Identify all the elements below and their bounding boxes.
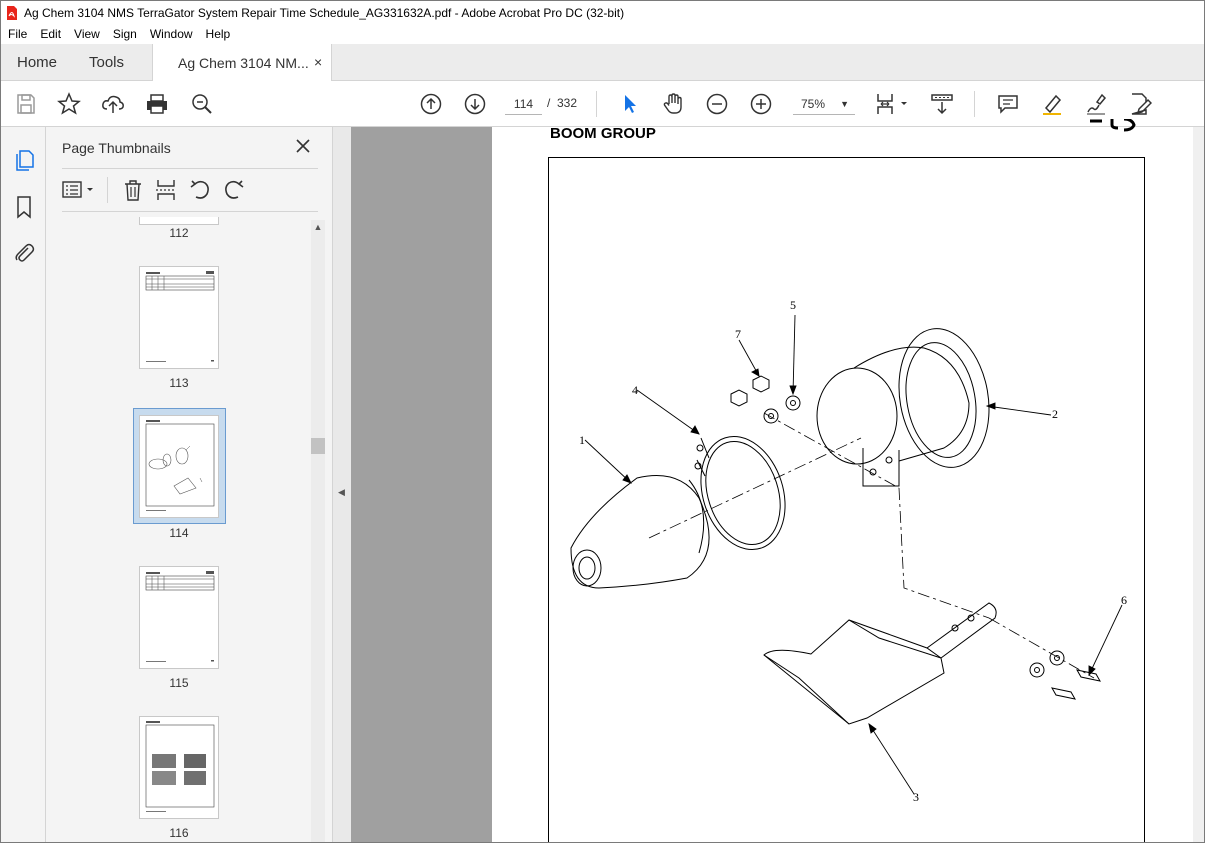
scrollbar-thumb[interactable] [311,438,325,454]
panel-divider [62,211,318,212]
edit-icon[interactable] [1128,92,1152,116]
callout-label: 7 [735,327,741,341]
menu-bar: File Edit View Sign Window Help [1,24,1204,44]
thumbnail-scrollbar[interactable]: ▲ [311,220,325,842]
toolbar-divider [974,91,975,117]
page-up-icon[interactable] [419,92,443,116]
collapse-panel-icon[interactable]: ◀ [338,487,345,498]
find-zoom-icon[interactable] [190,92,214,116]
rotate-left-icon[interactable] [189,179,211,201]
thumbnail-label: 112 [169,226,189,240]
attachment-icon[interactable] [12,241,36,265]
total-pages: 332 [557,96,578,110]
toolbar-divider [596,91,597,117]
scroll-up-icon[interactable]: ▲ [311,220,325,234]
thumbnail-label: 116 [169,826,189,840]
document-view[interactable]: BOOM GROUP 1 2 3 4 5 6 7 [351,119,1204,842]
thumbnail-page-112[interactable] [139,217,219,225]
delete-icon[interactable] [122,179,144,201]
panel-title: Page Thumbnails [62,140,171,156]
zoom-level-select[interactable]: 75% ▼ [793,93,855,115]
document-tab-label: Ag Chem 3104 NM... [178,55,309,71]
panel-splitter[interactable]: ◀ [332,127,351,842]
panel-tools-divider [107,177,108,203]
thumbnail-label: 113 [169,376,189,390]
select-arrow-icon[interactable] [618,92,642,116]
thumbnail-table-preview [145,271,215,362]
thumbnail-label: 115 [169,676,189,690]
close-panel-icon[interactable] [295,138,311,154]
tab-bar: Home Tools Ag Chem 3104 NM... × [1,44,1204,81]
acrobat-app-icon [7,5,17,20]
close-tab-icon[interactable]: × [314,54,322,70]
pdf-page: BOOM GROUP 1 2 3 4 5 6 7 [492,119,1193,842]
document-scrollbar[interactable] [1193,127,1204,842]
thumbnail-page-116[interactable] [139,716,219,819]
extract-page-icon[interactable] [155,179,177,201]
page-view-icon[interactable] [875,92,911,116]
thumbnail-page-115[interactable] [139,566,219,669]
thumbnail-photos-preview [145,721,215,812]
callout-label: 4 [632,383,638,397]
current-page-input[interactable]: 114 [505,93,542,115]
menu-file[interactable]: File [8,27,27,41]
zoom-out-icon[interactable] [705,92,729,116]
brand-logo [1090,119,1136,132]
bookmark-icon[interactable] [12,195,36,219]
title-bar: Ag Chem 3104 NMS TerraGator System Repai… [1,1,1204,24]
tab-home[interactable]: Home [17,54,57,71]
scroll-mode-icon[interactable] [930,92,954,116]
star-icon[interactable] [57,92,81,116]
page-thumbnails-icon[interactable] [12,149,36,173]
page-down-icon[interactable] [463,92,487,116]
options-menu-icon[interactable] [62,179,96,201]
menu-help[interactable]: Help [206,27,231,41]
thumbnail-page-114[interactable] [139,415,219,518]
upload-icon[interactable] [101,92,125,116]
thumbnail-page-113[interactable] [139,266,219,369]
thumbnail-table-preview [145,571,215,662]
callout-label: 3 [913,790,919,804]
page-separator: / [547,96,551,110]
highlight-icon[interactable] [1040,92,1064,116]
page-thumbnails-panel: Page Thumbnails 112 113 114 115 116 ▲ [46,127,332,842]
left-rail [1,127,46,842]
comment-icon[interactable] [996,92,1020,116]
menu-view[interactable]: View [74,27,100,41]
hand-icon[interactable] [661,92,685,116]
exploded-view-figure: 1 2 3 4 5 6 7 [548,157,1145,842]
chevron-down-icon: ▼ [840,99,849,109]
save-icon[interactable] [14,92,38,116]
menu-sign[interactable]: Sign [113,27,137,41]
zoom-level-value: 75% [801,97,826,111]
tab-document[interactable]: Ag Chem 3104 NM... × [152,44,332,81]
panel-divider [62,168,318,169]
callout-label: 1 [579,433,585,447]
menu-window[interactable]: Window [150,27,193,41]
main-toolbar: 114 / 332 75% ▼ [1,81,1204,127]
sign-icon[interactable] [1084,92,1108,116]
thumbnail-label: 114 [169,526,189,540]
thumbnail-tools [62,177,318,203]
callout-label: 5 [790,298,796,312]
boom-group-drawing [570,314,1123,795]
rotate-right-icon[interactable] [223,179,245,201]
window-title: Ag Chem 3104 NMS TerraGator System Repai… [24,5,625,20]
print-icon[interactable] [145,92,169,116]
callout-label: 6 [1121,593,1127,607]
menu-edit[interactable]: Edit [40,27,61,41]
tab-tools[interactable]: Tools [89,54,124,71]
thumbnail-drawing-preview [145,420,215,511]
zoom-in-icon[interactable] [749,92,773,116]
acrobat-window: Ag Chem 3104 NMS TerraGator System Repai… [0,0,1205,843]
page-heading: BOOM GROUP [550,125,656,142]
thumbnail-list: 112 113 114 115 116 [46,217,309,842]
callout-label: 2 [1052,407,1058,421]
